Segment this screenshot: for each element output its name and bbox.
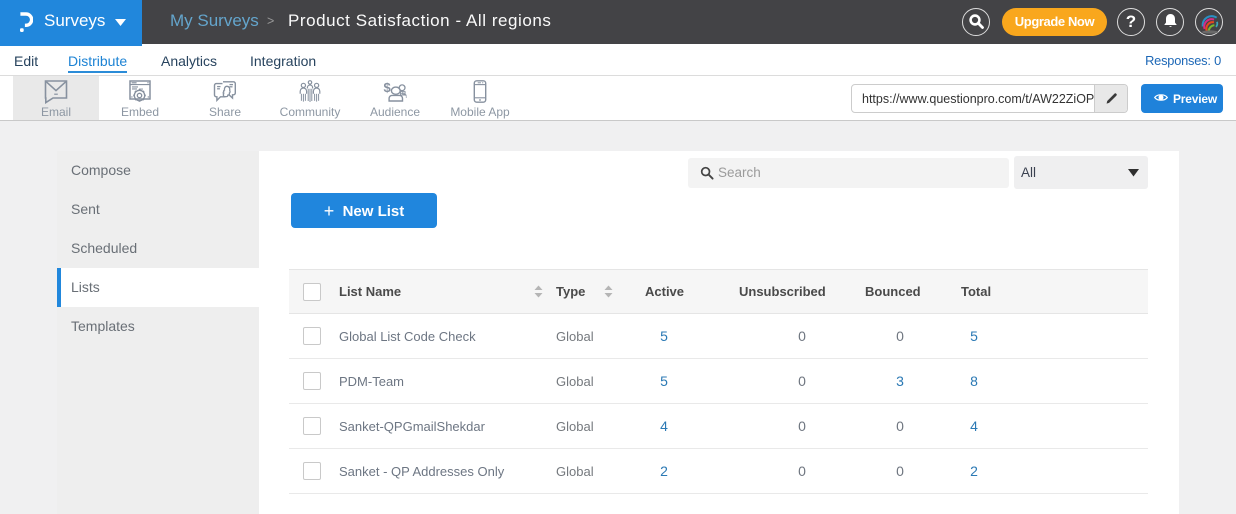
svg-text:$: $ <box>384 80 392 95</box>
